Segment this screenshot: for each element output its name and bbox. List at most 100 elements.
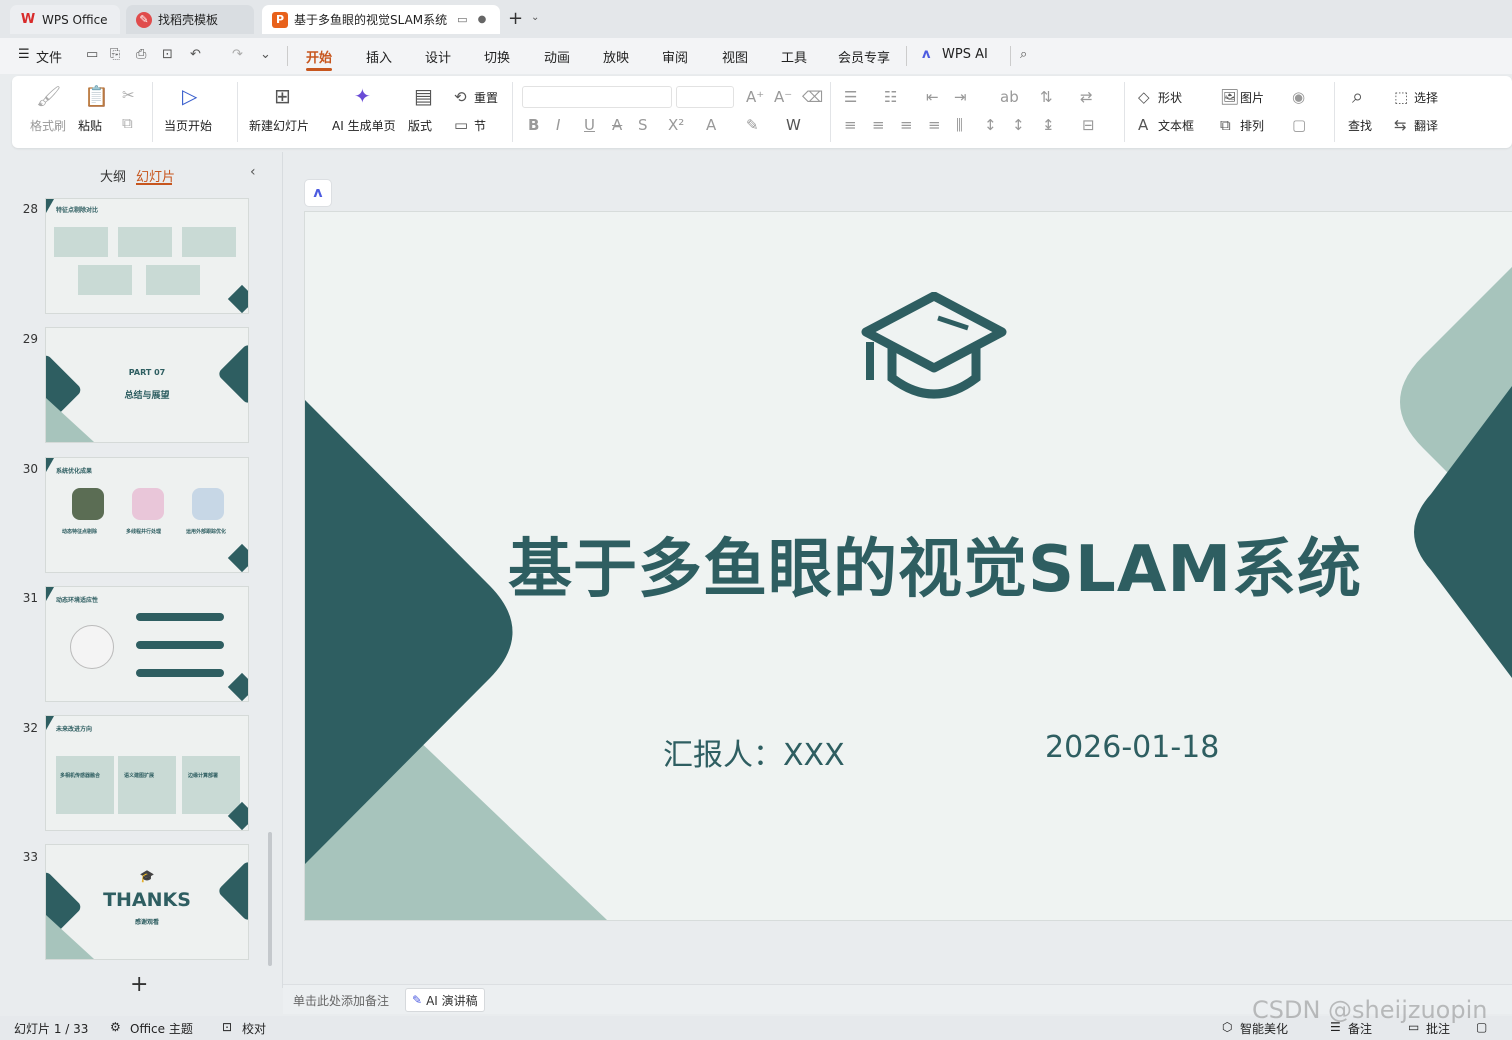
increase-indent-icon[interactable]: ⇥	[954, 88, 967, 106]
search-icon[interactable]: ⌕	[1020, 47, 1027, 62]
sort-icon[interactable]: ⇅	[1040, 88, 1053, 106]
vertical-align-icon[interactable]: ↨	[1042, 116, 1055, 134]
para-spacing-icon[interactable]: ↕	[1012, 116, 1025, 134]
layout-button[interactable]: 版式	[408, 117, 432, 134]
panel-scrollbar[interactable]	[268, 832, 272, 966]
save-icon[interactable]: ▭	[86, 47, 98, 62]
underline-icon[interactable]: U	[584, 116, 595, 134]
paste-button[interactable]: 粘贴	[78, 117, 102, 134]
shadow-icon[interactable]: S	[638, 116, 648, 134]
arrange-icon[interactable]: ⧉	[1220, 116, 1231, 134]
ai-page-icon[interactable]: ✦	[354, 84, 371, 108]
decrease-indent-icon[interactable]: ⇤	[926, 88, 939, 106]
find-icon[interactable]: ⌕	[1352, 84, 1363, 108]
collapse-panel-icon[interactable]: ‹	[250, 164, 256, 180]
superscript-icon[interactable]: X²	[668, 116, 684, 134]
shape-icon[interactable]: ◇	[1138, 88, 1150, 106]
tab-wps-office[interactable]: W WPS Office	[10, 5, 120, 34]
slide-reporter[interactable]: 汇报人：XXX	[663, 730, 845, 774]
format-painter-button[interactable]: 格式刷	[30, 117, 66, 134]
font-size-select[interactable]	[676, 86, 734, 108]
columns-icon[interactable]: ⫼	[956, 116, 963, 134]
play-from-current-icon[interactable]: ▷	[182, 84, 197, 108]
section-button[interactable]: 节	[474, 117, 486, 134]
menu-animation[interactable]: 动画	[544, 47, 570, 66]
undo-icon[interactable]: ↶	[190, 47, 201, 62]
picture-icon[interactable]: 🖼	[1220, 88, 1239, 106]
numbering-icon[interactable]: ☷	[884, 88, 897, 106]
convert-icon[interactable]: ⇄	[1080, 88, 1093, 106]
find-button[interactable]: 查找	[1348, 117, 1372, 134]
increase-font-icon[interactable]: A⁺	[746, 88, 764, 106]
outline-icon[interactable]: ▢	[1292, 116, 1306, 134]
slide-thumbnail-32[interactable]: 未来改进方向 多相机传感器融合 语义建图扩展 边缘计算部署	[46, 716, 248, 830]
copy-icon[interactable]: ⧉	[122, 114, 133, 132]
slide-canvas[interactable]: 基于多鱼眼的视觉SLAM系统 汇报人：XXX 2026-01-18	[305, 212, 1512, 920]
ai-assist-icon[interactable]: ᴧ	[305, 180, 331, 206]
align-center-icon[interactable]: ≡	[872, 116, 885, 134]
textbox-icon[interactable]: A	[1138, 116, 1148, 134]
menu-file[interactable]: 文件	[36, 47, 62, 66]
slide-date[interactable]: 2026-01-18	[1045, 730, 1219, 765]
paste-icon[interactable]: 📋	[84, 84, 109, 108]
slide-thumbnail-28[interactable]: 特征点剔除对比	[46, 199, 248, 313]
layout-icon[interactable]: ▤	[414, 84, 433, 108]
section-icon[interactable]: ▭	[454, 116, 468, 134]
new-slide-icon[interactable]: ⊞	[274, 84, 291, 108]
translate-button[interactable]: 翻译	[1414, 117, 1438, 134]
new-slide-button[interactable]: 新建幻灯片	[249, 117, 309, 134]
menu-home[interactable]: 开始	[306, 47, 332, 66]
theme-button[interactable]: Office 主题	[130, 1020, 193, 1037]
notes-placeholder[interactable]: 单击此处添加备注	[293, 992, 389, 1009]
bullets-icon[interactable]: ☰	[844, 88, 857, 106]
translate-icon[interactable]: ⇆	[1394, 116, 1407, 134]
reset-icon[interactable]: ⟲	[454, 88, 467, 106]
slide-thumbnail-30[interactable]: 系统优化成果 动态特征点剔除 多线程并行处理 运用外部跟踪优化	[46, 458, 248, 572]
tab-presentation[interactable]: P 基于多鱼眼的视觉SLAM系统 ▭ ●	[262, 5, 500, 34]
add-slide-plus-icon[interactable]: +	[130, 972, 148, 997]
menu-view[interactable]: 视图	[722, 47, 748, 66]
reset-button[interactable]: 重置	[474, 89, 498, 106]
screen-icon[interactable]: ▭	[457, 13, 467, 26]
export-icon[interactable]: ⎘	[110, 47, 120, 62]
line-spacing-icon[interactable]: ↕	[984, 116, 997, 134]
hamburger-icon[interactable]: ☰	[18, 47, 30, 62]
fill-icon[interactable]: ◉	[1292, 88, 1305, 106]
clear-format-icon[interactable]: ⌫	[802, 88, 823, 106]
print-preview-icon[interactable]: ⊡	[162, 47, 173, 62]
decrease-font-icon[interactable]: A⁻	[774, 88, 792, 106]
slide-thumbnail-31[interactable]: 动态环境适应性	[46, 587, 248, 701]
ai-page-button[interactable]: AI 生成单页	[332, 117, 396, 134]
slide-title[interactable]: 基于多鱼眼的视觉SLAM系统	[445, 518, 1425, 610]
tab-list-chevron-icon[interactable]: ⌄	[531, 12, 539, 23]
menu-review[interactable]: 审阅	[662, 47, 688, 66]
menu-member[interactable]: 会员专享	[838, 47, 890, 66]
ai-speech-button[interactable]: ✎ AI 演讲稿	[405, 988, 485, 1012]
format-painter-icon[interactable]: 🖌	[36, 84, 61, 108]
picture-button[interactable]: 图片	[1240, 89, 1264, 106]
menu-tools[interactable]: 工具	[781, 47, 807, 66]
more-chevron-icon[interactable]: ⌄	[260, 47, 271, 62]
text-direction-icon[interactable]: ab	[1000, 88, 1019, 106]
text-box-align-icon[interactable]: ⊟	[1082, 116, 1095, 134]
justify-icon[interactable]: ≡	[928, 116, 941, 134]
print-icon[interactable]: ⎙	[136, 47, 146, 62]
select-icon[interactable]: ⬚	[1394, 88, 1408, 106]
redo-icon[interactable]: ↷	[232, 47, 243, 62]
slide-thumbnail-33[interactable]: 🎓 THANKS 感谢观看	[46, 845, 248, 959]
cut-icon[interactable]: ✂	[122, 86, 135, 104]
from-current-button[interactable]: 当页开始	[164, 117, 212, 134]
slide-thumbnail-29[interactable]: PART 07 总结与展望	[46, 328, 248, 442]
italic-icon[interactable]: I	[556, 116, 560, 134]
char-spacing-icon[interactable]: W	[786, 116, 801, 134]
font-color-icon[interactable]: A	[706, 116, 716, 134]
shape-button[interactable]: 形状	[1158, 89, 1182, 106]
align-left-icon[interactable]: ≡	[844, 116, 857, 134]
menu-wps-ai[interactable]: WPS AI	[942, 47, 988, 62]
menu-transition[interactable]: 切换	[484, 47, 510, 66]
menu-design[interactable]: 设计	[425, 47, 451, 66]
menu-slideshow[interactable]: 放映	[603, 47, 629, 66]
menu-insert[interactable]: 插入	[366, 47, 392, 66]
textbox-button[interactable]: 文本框	[1158, 117, 1194, 134]
tab-docer[interactable]: ✎ 找稻壳模板	[126, 5, 254, 34]
